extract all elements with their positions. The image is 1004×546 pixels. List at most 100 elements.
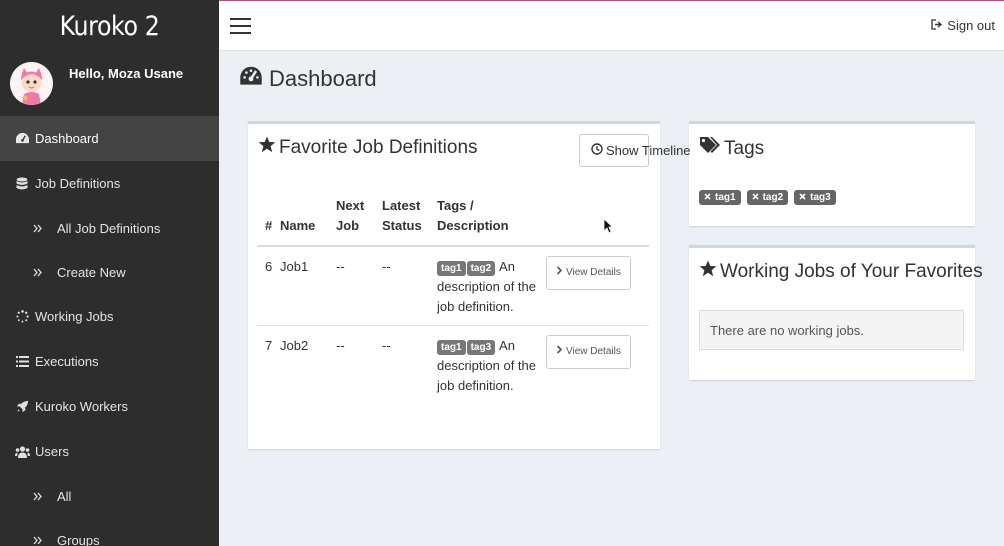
user-panel: Hello, Moza Usane	[0, 52, 219, 116]
user-greeting: Hello, Moza Usane	[69, 66, 184, 81]
job-actions: View Details	[546, 326, 649, 405]
column-header-number: #	[257, 196, 280, 247]
brand-logo[interactable]: Kuroko 2	[13, 0, 206, 52]
sidebar-item-label: Job Definitions	[35, 176, 121, 191]
page-title: Dashboard	[239, 66, 377, 92]
view-details-button[interactable]: View Details	[546, 335, 631, 369]
double-angle-right-icon	[32, 532, 42, 546]
job-status: --	[382, 246, 437, 326]
job-status: --	[382, 338, 391, 353]
sign-out-icon	[931, 18, 943, 33]
column-header-name: Name	[280, 196, 336, 247]
tag-chip-label: tag2	[762, 192, 784, 203]
box-title-text: Tags	[724, 137, 765, 159]
column-header-actions	[546, 196, 649, 247]
tag-chip-label: tag1	[715, 192, 736, 203]
tag-list: tag1 tag2 tag3	[699, 190, 842, 205]
table-row: 6 Job1 -- -- tag1 tag2 An description of …	[257, 246, 649, 326]
view-details-label: View Details	[566, 346, 621, 357]
dashboard-icon	[239, 66, 263, 92]
sidebar-item-label: Kuroko Workers	[35, 399, 128, 414]
sidebar-item-label: All Job Definitions	[57, 220, 161, 236]
clock-icon	[591, 143, 603, 158]
job-tags-description: tag1 tag3 An description of the job defin…	[437, 326, 546, 405]
empty-state-message: There are no working jobs.	[699, 310, 964, 350]
sidebar-item-users[interactable]: Users	[0, 429, 219, 474]
sidebar: Kuroko 2 Hello, Moza Usane Dashboard Job…	[0, 0, 219, 546]
show-timeline-button[interactable]: Show Timeline	[579, 134, 691, 167]
tags-box: Tags tag1 tag2 tag3	[689, 121, 975, 226]
column-header-latest-status: Latest Status	[382, 196, 437, 247]
user-avatar	[10, 62, 53, 105]
table-row: 7 Job2 -- -- tag1 tag3 An description of …	[257, 326, 649, 405]
star-icon	[258, 136, 276, 159]
tag-badge[interactable]: tag1	[437, 340, 466, 355]
sidebar-toggle-icon[interactable]	[230, 18, 251, 34]
page-title-text: Dashboard	[269, 66, 377, 91]
app-root: Kuroko 2 Hello, Moza Usane Dashboard Job…	[0, 0, 1004, 546]
double-angle-right-icon	[32, 264, 42, 280]
sidebar-item-all-job-definitions[interactable]: All Job Definitions	[0, 206, 219, 250]
favorite-jobs-table: # Name Next Job Latest Status Tags / Des…	[257, 196, 649, 404]
double-angle-right-icon	[32, 220, 42, 236]
sidebar-item-label: Working Jobs	[35, 309, 114, 324]
tag-badge[interactable]: tag1	[437, 261, 466, 276]
box-title-text: Working Jobs of Your Favorites	[720, 260, 983, 282]
box-title-text: Favorite Job Definitions	[279, 136, 478, 158]
tag-chip-tag1[interactable]: tag1	[699, 190, 741, 205]
mouse-cursor-icon	[603, 218, 613, 234]
users-icon	[14, 444, 30, 460]
sidebar-item-executions[interactable]: Executions	[0, 339, 219, 384]
chevron-right-icon	[556, 342, 563, 362]
tag-chip-tag3[interactable]: tag3	[794, 190, 836, 205]
job-actions: View Details	[546, 246, 649, 326]
double-angle-right-icon	[32, 488, 42, 504]
box-title: Working Jobs of Your Favorites	[699, 260, 983, 283]
chevron-right-icon	[556, 263, 563, 283]
sidebar-item-label: Executions	[35, 354, 99, 369]
tag-badge[interactable]: tag2	[466, 261, 496, 276]
tag-badge[interactable]: tag3	[466, 340, 496, 355]
tag-chip-label: tag3	[810, 192, 831, 203]
job-name: Job2	[280, 338, 309, 353]
dashboard-icon	[14, 131, 30, 147]
tag-chip-tag2[interactable]: tag2	[746, 190, 789, 205]
job-id: 7	[265, 338, 273, 353]
sign-out-label: Sign out	[947, 18, 995, 33]
sidebar-item-job-definitions[interactable]: Job Definitions	[0, 161, 219, 206]
sidebar-item-label: Dashboard	[35, 131, 99, 146]
list-icon	[14, 354, 30, 370]
sign-out-link[interactable]: Sign out	[931, 18, 995, 33]
sidebar-item-label: Create New	[57, 264, 126, 280]
star-icon	[699, 260, 717, 283]
sidebar-item-users-all[interactable]: All	[0, 474, 219, 518]
sidebar-item-working-jobs[interactable]: Working Jobs	[0, 294, 219, 339]
table-header-row: # Name Next Job Latest Status Tags / Des…	[257, 196, 649, 247]
sidebar-item-label: All	[57, 488, 72, 504]
sidebar-item-label: Groups	[57, 532, 100, 546]
favorite-job-definitions-box: Favorite Job Definitions Show Timeline #…	[248, 121, 691, 449]
sidebar-item-kuroko-workers[interactable]: Kuroko Workers	[0, 384, 219, 429]
top-navbar: Sign out	[219, 0, 1004, 51]
remove-icon	[751, 192, 759, 203]
sidebar-item-label: Users	[35, 444, 69, 459]
sidebar-item-create-new[interactable]: Create New	[0, 250, 219, 294]
box-title: Tags	[699, 136, 764, 161]
remove-icon	[704, 192, 711, 203]
sidebar-item-groups[interactable]: Groups	[0, 518, 219, 546]
job-tags-description: tag1 tag2 An description of the job defin…	[437, 246, 546, 326]
show-timeline-label: Show Timeline	[606, 143, 691, 158]
view-details-label: View Details	[566, 267, 621, 278]
rocket-icon	[14, 399, 30, 415]
sidebar-item-dashboard[interactable]: Dashboard	[0, 116, 219, 161]
tags-icon	[699, 136, 721, 161]
remove-icon	[799, 192, 806, 203]
job-next: --	[336, 338, 345, 353]
column-header-tags-description: Tags / Description	[437, 196, 546, 247]
view-details-button[interactable]: View Details	[546, 256, 631, 290]
job-id: 6	[257, 246, 280, 326]
box-title: Favorite Job Definitions	[258, 136, 478, 159]
job-next: --	[336, 246, 382, 326]
column-header-next-job: Next Job	[336, 196, 382, 247]
job-name: Job1	[280, 246, 336, 326]
